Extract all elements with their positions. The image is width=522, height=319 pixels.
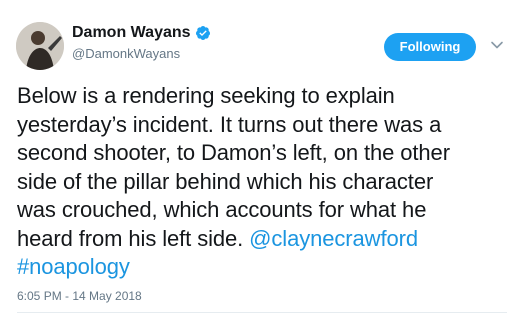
verified-badge-icon	[195, 25, 211, 41]
divider	[17, 312, 507, 313]
author-name-row[interactable]: Damon Wayans	[72, 24, 211, 42]
tweet-card: Damon Wayans @DamonkWayans Following Bel…	[0, 0, 522, 319]
mention-link[interactable]: @claynecrawford	[249, 226, 418, 251]
chevron-down-icon[interactable]	[490, 38, 504, 52]
tweet-text-line: second shooter, to Damon’s left, on the …	[17, 140, 450, 165]
avatar-image	[16, 22, 64, 70]
display-name[interactable]: Damon Wayans	[72, 24, 191, 42]
tweet-text-line: heard from his left side.	[17, 225, 250, 251]
author-handle[interactable]: @DamonkWayans	[72, 46, 180, 62]
tweet-text-line: was crouched, which accounts for what he	[17, 197, 427, 222]
tweet-text-line: side of the pillar behind which his char…	[17, 168, 434, 194]
hashtag-link[interactable]: #noapology	[17, 254, 130, 279]
timestamp[interactable]: 6:05 PM - 14 May 2018	[17, 288, 142, 304]
tweet-text-line: Below is a rendering seeking to explain	[17, 83, 395, 108]
tweet-text-line: yesterday’s incident. It turns out there…	[17, 111, 442, 137]
following-button[interactable]: Following	[384, 33, 476, 61]
tweet-text: Below is a rendering seeking to explain …	[17, 82, 515, 282]
avatar[interactable]	[16, 22, 64, 70]
